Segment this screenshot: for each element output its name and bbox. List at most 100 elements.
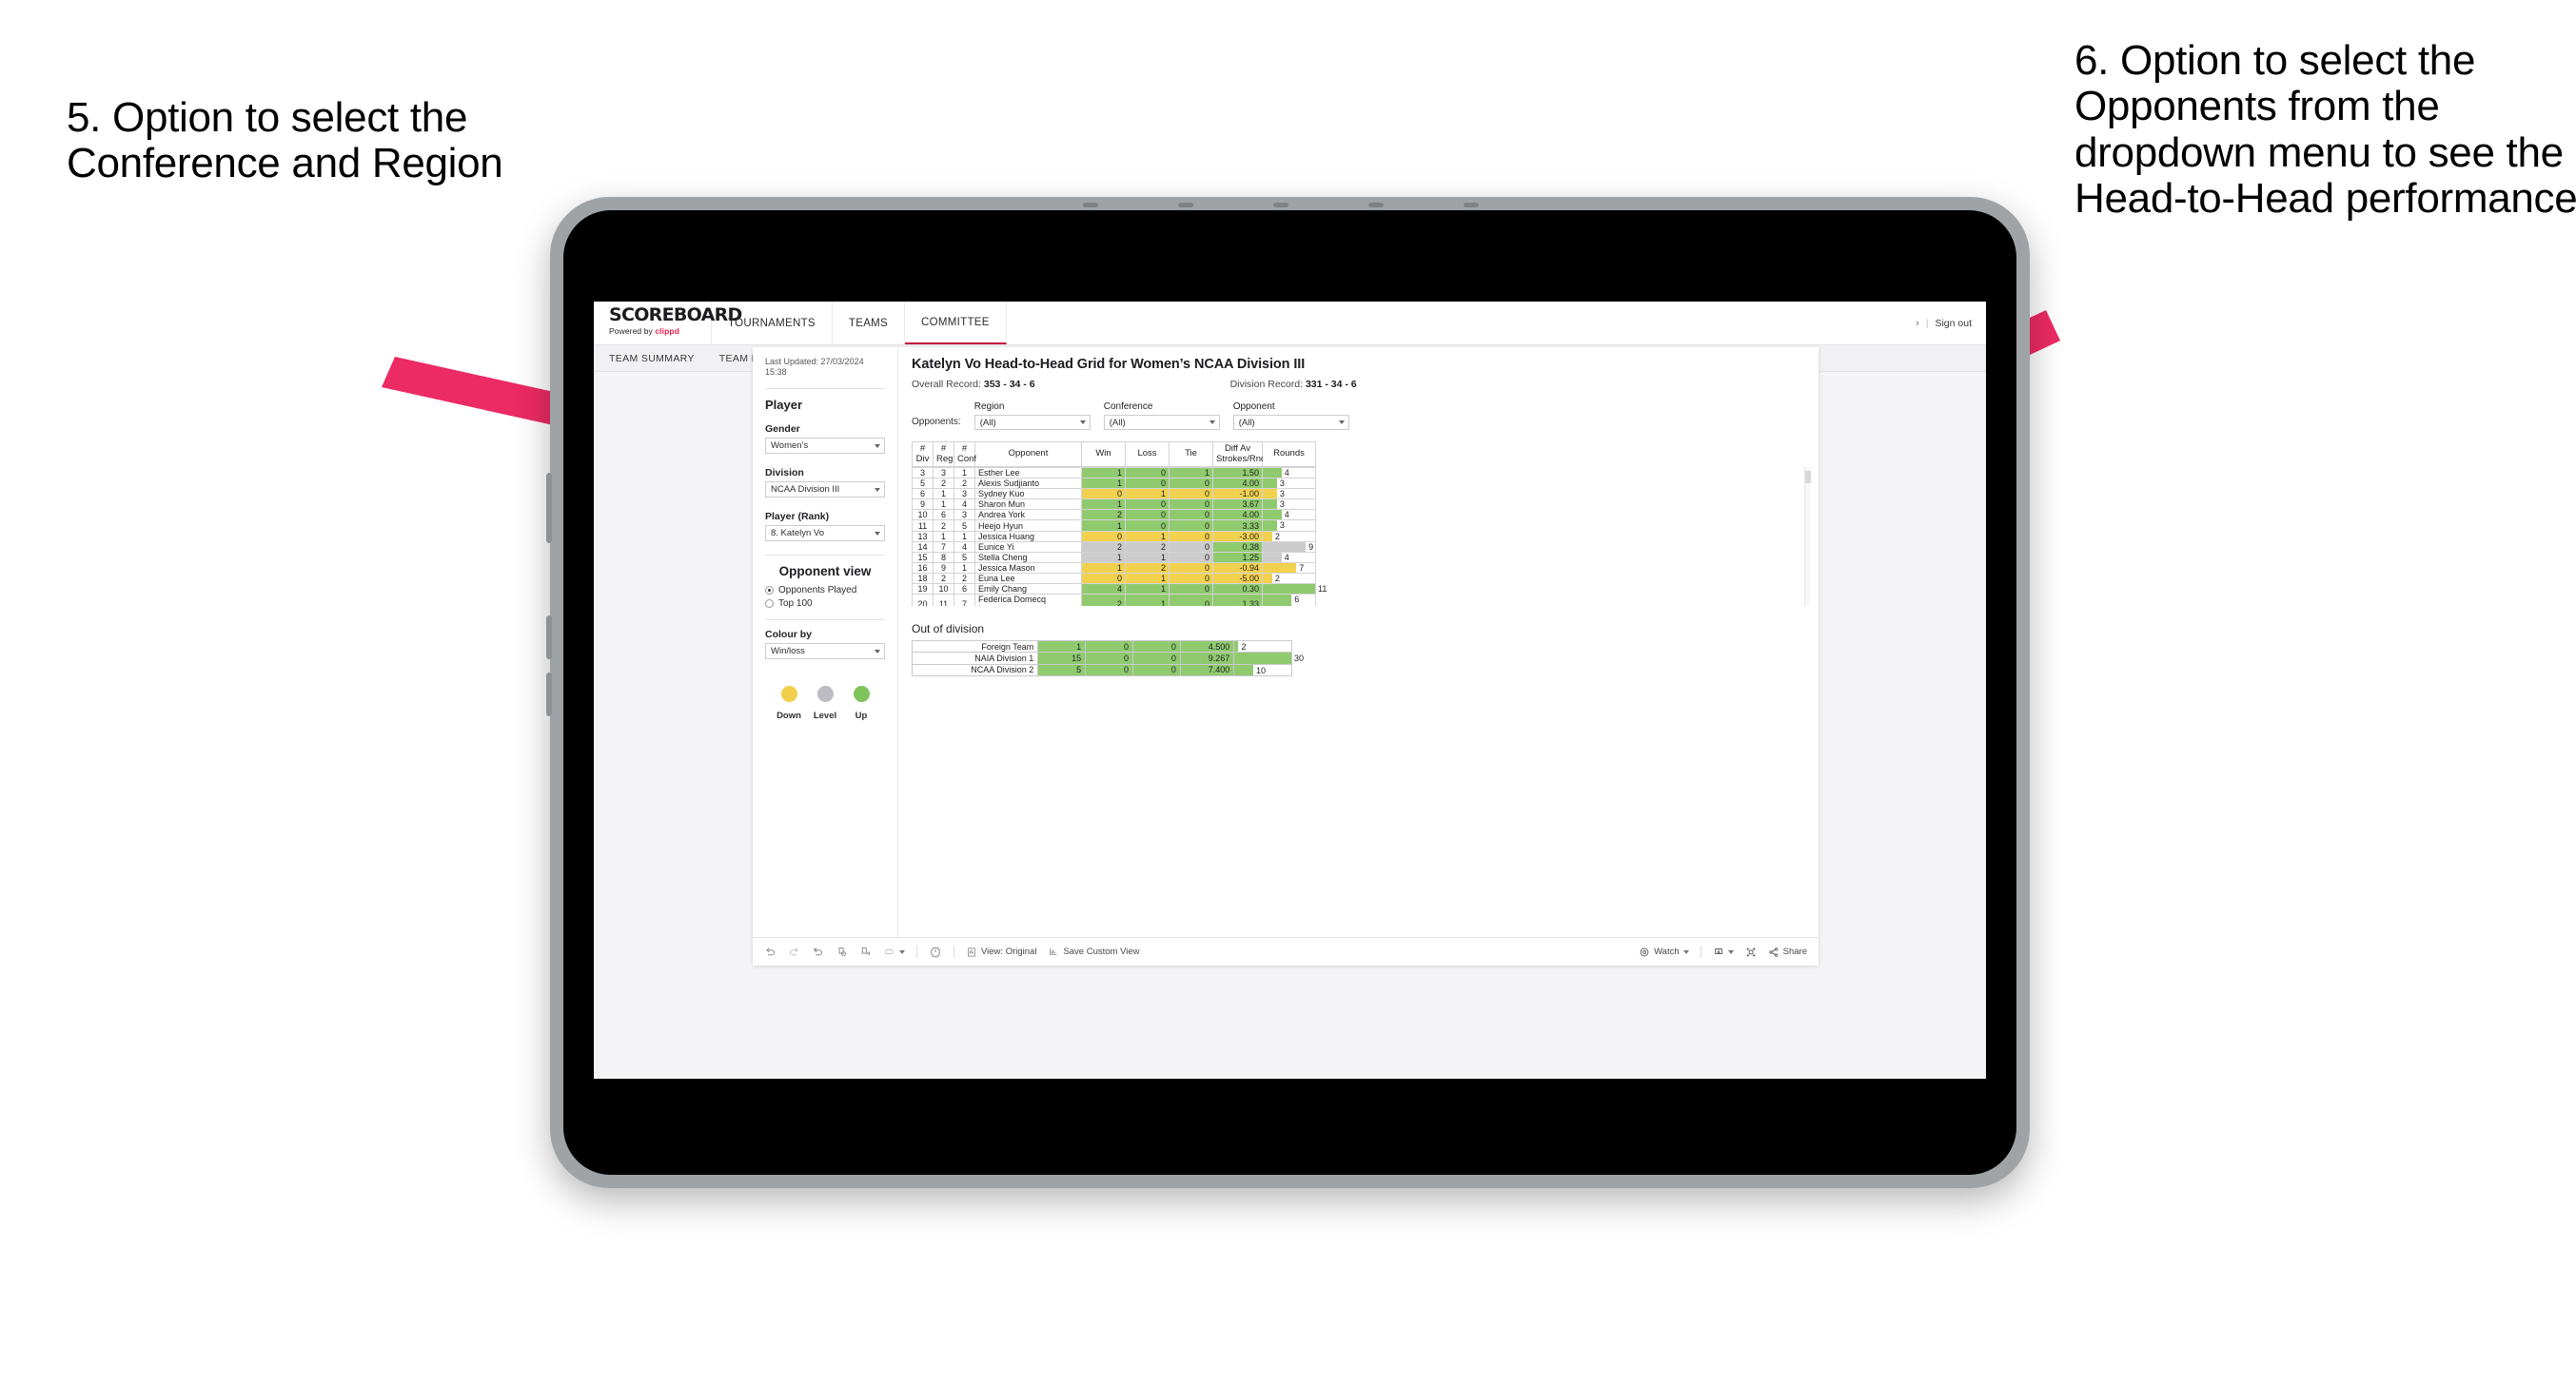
table-row[interactable]: 6 1 3 Sydney Kuo 0 1 0 -1.00 3 bbox=[912, 488, 1316, 500]
fullscreen-icon[interactable] bbox=[1745, 947, 1757, 958]
rounds-bar bbox=[1234, 664, 1253, 675]
rounds-value: 3 bbox=[1279, 499, 1285, 510]
radio-icon bbox=[765, 586, 774, 595]
table-row[interactable]: 11 2 5 Heejo Hyun 1 0 0 3.33 3 bbox=[912, 519, 1316, 532]
opponent-select[interactable]: (All) bbox=[1232, 415, 1349, 430]
cell-win: 1 bbox=[1081, 551, 1126, 563]
cell-reg: 1 bbox=[933, 498, 954, 511]
save-custom-view-button[interactable]: Save Custom View bbox=[1048, 947, 1140, 958]
cell-win: 0 bbox=[1081, 488, 1126, 500]
view-original-button[interactable]: View: Original bbox=[966, 947, 1036, 958]
topnav-item-committee[interactable]: COMMITTEE bbox=[905, 302, 1007, 344]
download-button[interactable] bbox=[1713, 947, 1734, 958]
cell-win: 2 bbox=[1081, 594, 1126, 606]
cell-win: 2 bbox=[1081, 509, 1126, 521]
col-header-win: Win bbox=[1081, 441, 1126, 467]
table-row[interactable]: 10 6 3 Andrea York 2 0 0 4.00 4 bbox=[912, 509, 1316, 521]
volume-up-button[interactable] bbox=[546, 615, 552, 659]
undo-icon[interactable] bbox=[764, 946, 777, 958]
cell-diff: -5.00 bbox=[1212, 572, 1263, 585]
topnav-item-tournaments[interactable]: TOURNAMENTS bbox=[712, 302, 833, 344]
table-row[interactable]: 15 8 5 Stella Cheng 1 1 0 1.25 4 bbox=[912, 551, 1316, 563]
h2h-grid-body: 3 3 1 Esther Lee 1 0 1 1.50 4 5 2 2 Alexis Sudjianto… bbox=[912, 467, 1327, 606]
volume-down-button[interactable] bbox=[546, 673, 552, 716]
grid-vertical-scrollbar[interactable] bbox=[1804, 467, 1811, 606]
table-row[interactable]: 14 7 4 Eunice Yi 2 2 0 0.38 9 bbox=[912, 540, 1316, 553]
col-header-conf: # Conf bbox=[954, 441, 976, 467]
division-record-label: Division Record: bbox=[1229, 379, 1306, 390]
gender-select[interactable]: Women’s bbox=[765, 438, 885, 454]
table-row[interactable]: 16 9 1 Jessica Mason 1 2 0 -0.94 7 bbox=[912, 561, 1316, 574]
region-select[interactable]: (All) bbox=[973, 415, 1091, 430]
rounds-bar bbox=[1263, 478, 1277, 489]
cell-conf: 1 bbox=[954, 530, 975, 542]
cell-reg: 2 bbox=[933, 478, 954, 490]
colour-by-select[interactable]: Win/loss bbox=[765, 643, 885, 659]
cell-diff: 4.500 bbox=[1179, 639, 1235, 654]
rounds-bar bbox=[1263, 552, 1282, 562]
rounds-value: 4 bbox=[1284, 510, 1289, 520]
table-row[interactable]: 19 10 6 Emily Chang 4 1 0 0.30 11 bbox=[912, 583, 1327, 595]
cell-conf: 1 bbox=[954, 467, 975, 479]
radio-top-100[interactable]: Top 100 bbox=[765, 598, 885, 609]
cell-tie: 0 bbox=[1169, 540, 1213, 553]
pause-data-icon[interactable] bbox=[859, 946, 872, 958]
chevron-down-icon bbox=[875, 487, 880, 492]
chevron-right-icon[interactable]: › bbox=[1916, 318, 1919, 329]
division-value: NCAA Division III bbox=[771, 484, 840, 495]
brand-logo[interactable]: SCOREBOARD Powered by clippd bbox=[594, 302, 742, 344]
col-header-rounds: Rounds bbox=[1262, 441, 1316, 467]
division-select[interactable]: NCAA Division III bbox=[765, 481, 885, 498]
radio-opponents-played-label: Opponents Played bbox=[778, 585, 857, 595]
overall-record-value: 353 - 34 - 6 bbox=[983, 379, 1035, 390]
cell-reg: 9 bbox=[933, 561, 954, 574]
revert-icon[interactable] bbox=[812, 946, 824, 958]
cell-loss: 0 bbox=[1125, 498, 1170, 511]
cell-diff: -0.94 bbox=[1212, 561, 1263, 574]
colour-legend: Down Level Up bbox=[765, 673, 885, 721]
cell-rounds: 3 bbox=[1262, 488, 1316, 500]
table-row[interactable]: 3 3 1 Esther Lee 1 0 1 1.50 4 bbox=[912, 467, 1316, 479]
cell-tie: 0 bbox=[1169, 594, 1213, 606]
legend-dot-level-icon bbox=[816, 686, 834, 702]
share-button[interactable]: Share bbox=[1768, 947, 1807, 958]
redo-icon[interactable] bbox=[788, 946, 800, 958]
table-row[interactable]: NAIA Division 1 15 0 0 9.267 30 bbox=[911, 652, 1304, 665]
col-header-loss: Loss bbox=[1125, 441, 1170, 467]
grid-scrollbar-thumb[interactable] bbox=[1805, 471, 1811, 483]
conference-select[interactable]: (All) bbox=[1103, 415, 1220, 430]
subnav-item-team-summary[interactable]: TEAM SUMMARY bbox=[609, 353, 695, 364]
cell-win: 15 bbox=[1037, 652, 1087, 665]
division-record-value: 331 - 34 - 6 bbox=[1305, 379, 1357, 390]
header-right-group: › | Sign out bbox=[1916, 302, 1986, 344]
power-button[interactable] bbox=[546, 473, 552, 543]
table-row[interactable]: 20117Federica Domecq Lacroze2101.33 6 bbox=[912, 594, 1316, 606]
cell-win: 5 bbox=[1037, 663, 1087, 676]
cell-opponent: Euna Lee bbox=[974, 572, 1082, 585]
cell-group-name: NCAA Division 2 bbox=[911, 663, 1039, 676]
legend-dot-down-icon bbox=[780, 686, 797, 702]
brand-wordmark: SCOREBOARD bbox=[609, 304, 742, 325]
sign-out-link[interactable]: Sign out bbox=[1935, 318, 1972, 329]
table-row[interactable]: 18 2 2 Euna Lee 0 1 0 -5.00 2 bbox=[912, 572, 1316, 585]
cell-rounds: 7 bbox=[1262, 561, 1316, 574]
player-rank-select[interactable]: 8. Katelyn Vo bbox=[765, 525, 885, 541]
watch-button[interactable]: Watch bbox=[1639, 947, 1689, 958]
gender-label: Gender bbox=[765, 423, 800, 435]
highlight-tool[interactable] bbox=[883, 946, 905, 958]
last-updated-text: Last Updated: 27/03/2024 15:38 bbox=[765, 357, 864, 378]
table-row[interactable]: 9 1 4 Sharon Mun 1 0 0 3.67 3 bbox=[912, 498, 1316, 511]
topnav-item-teams[interactable]: TEAMS bbox=[833, 302, 906, 344]
performance-icon[interactable] bbox=[929, 946, 942, 959]
cell-opponent: Esther Lee bbox=[974, 467, 1082, 479]
cell-tie: 0 bbox=[1169, 488, 1213, 500]
refresh-data-icon[interactable] bbox=[836, 946, 848, 958]
table-row[interactable]: NCAA Division 2 5 0 0 7.400 10 bbox=[911, 663, 1292, 676]
col-header-reg: # Reg bbox=[933, 441, 954, 467]
cell-diff: 0.38 bbox=[1212, 540, 1263, 553]
table-row[interactable]: 13 1 1 Jessica Huang 0 1 0 -3.00 2 bbox=[912, 530, 1316, 542]
table-row[interactable]: Foreign Team 1 0 0 4.500 2 bbox=[911, 639, 1292, 654]
h2h-grid-scroll-area[interactable]: 3 3 1 Esther Lee 1 0 1 1.50 4 5 2 2 Alexis Sudjianto… bbox=[912, 467, 1803, 606]
table-row[interactable]: 5 2 2 Alexis Sudjianto 1 0 0 4.00 3 bbox=[912, 478, 1316, 490]
radio-opponents-played[interactable]: Opponents Played bbox=[765, 585, 885, 595]
